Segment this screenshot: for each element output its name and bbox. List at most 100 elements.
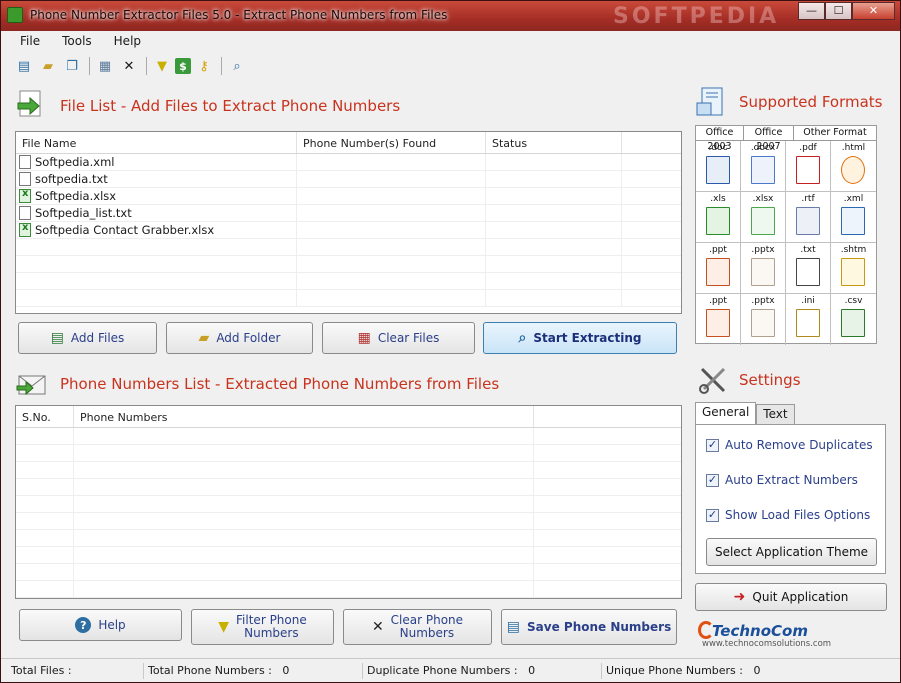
format-extension: .html [841, 143, 866, 153]
text-file-icon [796, 258, 820, 286]
title-bar[interactable]: Phone Number Extractor Files 5.0 - Extra… [1, 1, 900, 31]
quit-application-button[interactable]: ➜ Quit Application [695, 583, 887, 611]
table-row[interactable]: Softpedia.xlsx [16, 188, 681, 205]
select-theme-button[interactable]: Select Application Theme [706, 538, 877, 566]
add-folder-icon[interactable]: ▰ [37, 55, 59, 77]
show-load-files-options-checkbox[interactable]: ✓ Show Load Files Options [706, 508, 870, 522]
column-status[interactable]: Status [486, 132, 622, 153]
phone-found-cell [297, 188, 486, 204]
file-name-cell: Softpedia.xlsx [16, 188, 297, 204]
start-extracting-button[interactable]: ⌕ Start Extracting [483, 322, 677, 354]
remove-icon[interactable]: ✕ [118, 55, 140, 77]
filter-icon: ▼ [218, 618, 230, 635]
format-cell: .ppt [696, 243, 741, 293]
table-row [16, 290, 681, 307]
phone-found-cell [297, 154, 486, 170]
status-cell [486, 290, 622, 306]
phone-number-cell [74, 479, 534, 495]
sno-cell [16, 547, 74, 563]
add-files-button[interactable]: ▤ Add Files [18, 322, 157, 354]
help-button[interactable]: ? Help [19, 609, 182, 641]
auto-extract-numbers-checkbox[interactable]: ✓ Auto Extract Numbers [706, 473, 858, 487]
menu-bar: File Tools Help [9, 32, 152, 52]
table-row [16, 462, 681, 479]
format-cell: .docx [741, 141, 786, 191]
document-file-icon [19, 155, 31, 169]
phone-found-cell [297, 290, 486, 306]
table-row [16, 581, 681, 598]
sno-cell [16, 445, 74, 461]
sno-cell [16, 428, 74, 444]
help-label: Help [98, 618, 126, 632]
column-file-name[interactable]: File Name [16, 132, 297, 153]
phone-found-cell [297, 171, 486, 187]
phone-number-cell [74, 530, 534, 546]
clear-files-button[interactable]: ▦ Clear Files [322, 322, 475, 354]
format-cell: .xls [696, 192, 741, 242]
phone-found-cell [297, 256, 486, 272]
table-row[interactable]: Softpedia Contact Grabber.xlsx [16, 222, 681, 239]
phone-number-cell [74, 445, 534, 461]
filter-icon[interactable]: ▼ [151, 55, 173, 77]
close-button[interactable]: ✕ [852, 2, 895, 20]
filter-phone-numbers-button[interactable]: ▼ Filter Phone Numbers [191, 609, 334, 645]
save-icon: ▤ [506, 619, 521, 635]
status-cell [486, 239, 622, 255]
format-cell: .csv [831, 294, 876, 345]
table-row [16, 479, 681, 496]
key-icon[interactable]: ⚷ [193, 55, 215, 77]
status-unique-phone: Unique Phone Numbers : 0 [601, 663, 761, 679]
search-icon[interactable]: ⌕ [226, 55, 248, 77]
table-row [16, 256, 681, 273]
checkmark-icon: ✓ [706, 438, 719, 452]
sno-cell [16, 530, 74, 546]
phone-list-grid[interactable]: S.No. Phone Numbers [15, 405, 682, 599]
table-row[interactable]: Softpedia.xml [16, 154, 681, 171]
table-row [16, 547, 681, 564]
file-list-grid[interactable]: File Name Phone Number(s) Found Status S… [15, 131, 682, 314]
table-row [16, 273, 681, 290]
header-office-2007: Office 2007 [744, 126, 794, 152]
phone-number-cell [74, 496, 534, 512]
add-folder-button[interactable]: ▰ Add Folder [166, 322, 313, 354]
save-phone-numbers-button[interactable]: ▤ Save Phone Numbers [501, 609, 677, 645]
clear-files-icon[interactable]: ▦ [94, 55, 116, 77]
table-row[interactable]: Softpedia_list.txt [16, 205, 681, 222]
copy-icon[interactable]: ❐ [61, 55, 83, 77]
column-sno[interactable]: S.No. [16, 406, 74, 427]
phone-number-cell [74, 564, 534, 580]
table-row [16, 530, 681, 547]
rtf-file-icon [796, 207, 820, 235]
status-cell [486, 154, 622, 170]
menu-file[interactable]: File [9, 32, 51, 52]
phone-number-cell [74, 513, 534, 529]
file-name-cell: Softpedia.xml [16, 154, 297, 170]
table-row[interactable]: softpedia.txt [16, 171, 681, 188]
sno-cell [16, 581, 74, 597]
clear-phone-numbers-button[interactable]: ✕ Clear Phone Numbers [343, 609, 492, 645]
tab-text[interactable]: Text [756, 404, 795, 424]
menu-help[interactable]: Help [103, 32, 152, 52]
add-files-icon[interactable]: ▤ [13, 55, 35, 77]
file-name-cell [16, 273, 297, 289]
file-name-text: softpedia.txt [35, 172, 108, 186]
dollar-icon[interactable]: $ [175, 58, 191, 74]
file-name-cell [16, 256, 297, 272]
table-row [16, 445, 681, 462]
sno-cell [16, 462, 74, 478]
menu-tools[interactable]: Tools [51, 32, 103, 52]
file-name-text: Softpedia Contact Grabber.xlsx [35, 223, 215, 237]
maximize-button[interactable]: ☐ [825, 2, 852, 20]
settings-tabs: General Text [695, 402, 795, 424]
column-phone-numbers[interactable]: Phone Numbers [74, 406, 534, 427]
logo-url: www.technocomsolutions.com [702, 639, 832, 649]
format-extension: .txt [800, 245, 816, 255]
auto-remove-duplicates-checkbox[interactable]: ✓ Auto Remove Duplicates [706, 438, 873, 452]
excel-file-icon [19, 222, 31, 237]
phone-number-cell [74, 462, 534, 478]
tab-general[interactable]: General [695, 402, 757, 424]
column-phone-found[interactable]: Phone Number(s) Found [297, 132, 486, 153]
status-cell [486, 171, 622, 187]
minimize-button[interactable]: — [798, 2, 825, 20]
csv-file-icon [841, 309, 866, 337]
